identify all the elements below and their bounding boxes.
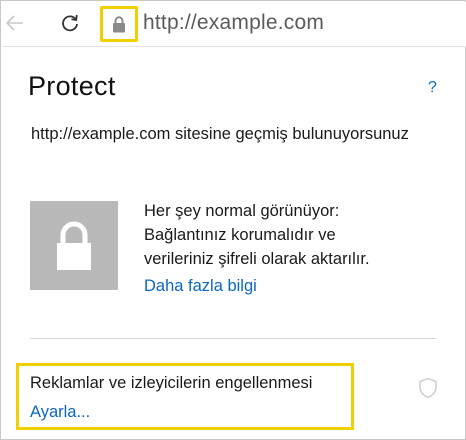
large-lock-icon — [57, 221, 91, 270]
more-info-link[interactable]: Daha fazla bilgi — [144, 277, 257, 296]
status-line: verileriniz şifreli olarak aktarılır. — [144, 250, 370, 268]
help-link[interactable]: ? — [428, 79, 437, 97]
address-toolbar: http://example.com — [2, 2, 466, 46]
back-button[interactable] — [5, 12, 25, 34]
address-url[interactable]: http://example.com — [143, 11, 324, 35]
back-arrow-icon — [6, 15, 23, 31]
refresh-button[interactable] — [59, 11, 81, 35]
shield-icon — [419, 377, 437, 399]
refresh-icon — [62, 14, 78, 32]
status-line: Bağlantınız korumalıdır ve — [144, 226, 336, 244]
security-popup-window: http://example.com Protect ? http://exam… — [0, 0, 466, 440]
panel-separator — [2, 46, 466, 47]
secure-lock-tile — [30, 201, 118, 290]
status-line: Her şey normal görünüyor: — [144, 202, 340, 220]
tracker-blocking-title: Reklamlar ve izleyicilerin engellenmesi — [30, 374, 313, 392]
lock-icon — [113, 15, 125, 32]
site-message: http://example.com sitesine geçmiş bulun… — [31, 125, 409, 143]
section-divider — [30, 338, 436, 339]
connection-status: Her şey normal görünüyor: Bağlantınız ko… — [144, 199, 454, 271]
tracker-settings-link[interactable]: Ayarla... — [30, 403, 90, 422]
site-info-lock-button[interactable] — [100, 6, 138, 42]
panel-title: Protect — [28, 71, 116, 101]
